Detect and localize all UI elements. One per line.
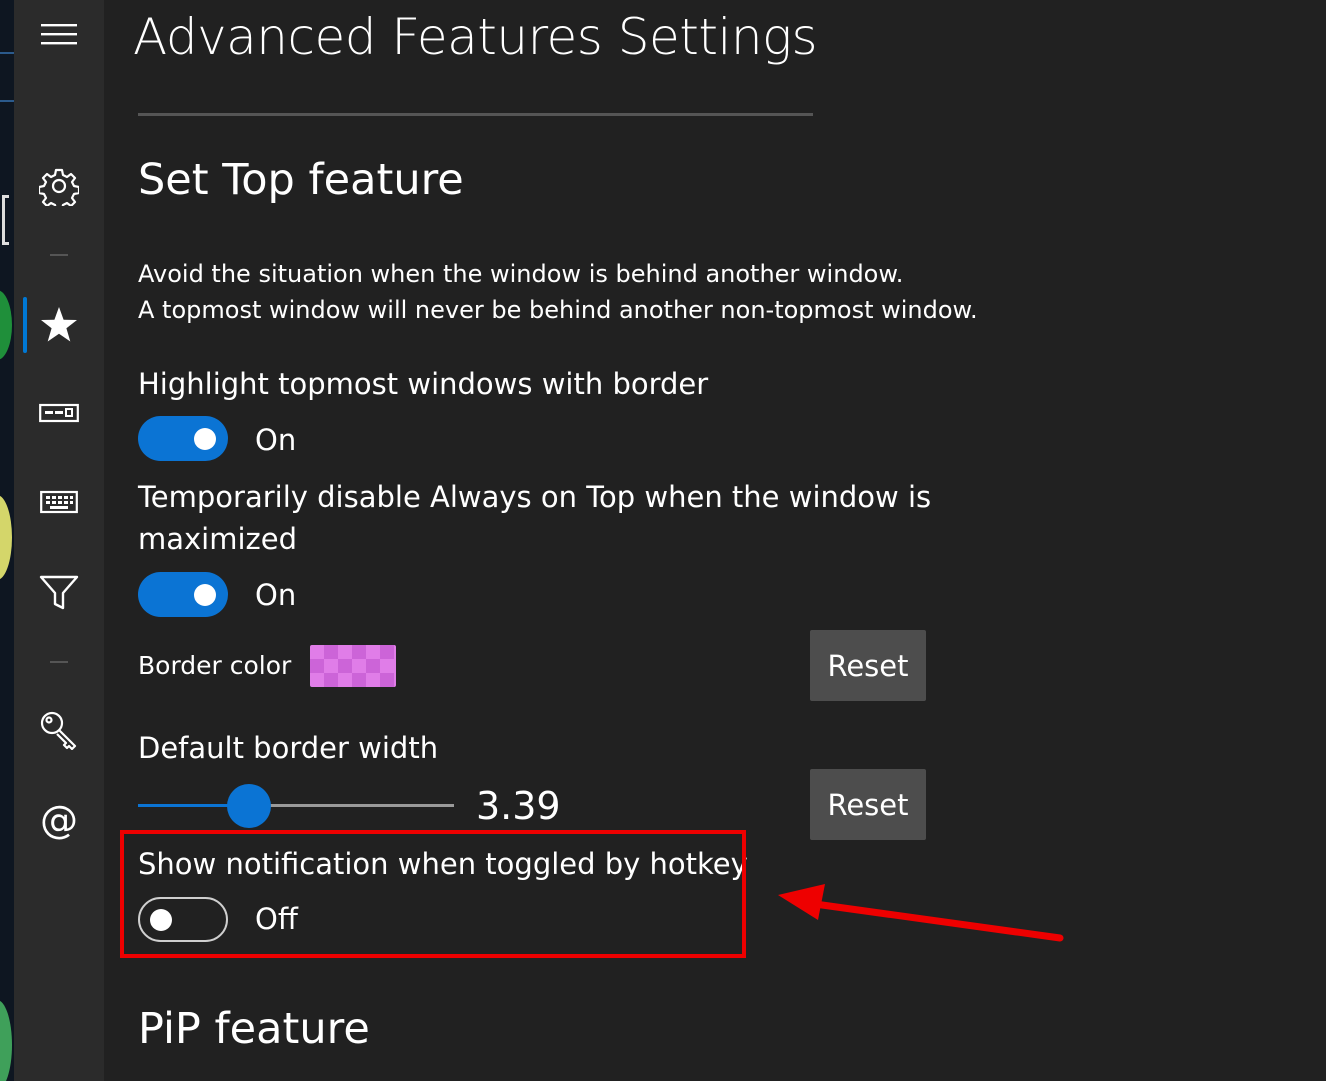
menu-button[interactable] xyxy=(14,4,104,64)
swatch-pattern xyxy=(352,645,366,659)
edge-yellow-blob xyxy=(0,495,12,580)
swatch-pattern xyxy=(352,673,366,687)
highlight-border-label: Highlight topmost windows with border xyxy=(138,367,709,401)
page-title: Advanced Features Settings xyxy=(133,8,818,66)
highlight-border-toggle[interactable] xyxy=(138,416,228,461)
border-color-swatch[interactable] xyxy=(310,645,396,687)
background-window-edge xyxy=(0,0,14,1081)
nav-filters[interactable] xyxy=(14,563,104,623)
reset-border-color-button[interactable]: Reset xyxy=(810,630,926,701)
disable-maximized-label: Temporarily disable Always on Top when t… xyxy=(138,480,932,556)
swatch-pattern xyxy=(324,673,338,687)
swatch-pattern xyxy=(338,659,352,673)
at-sign-icon: @ xyxy=(40,798,78,842)
toggle-knob xyxy=(194,583,216,606)
description-line: A topmost window will never be behind an… xyxy=(138,296,978,324)
highlight-border-state: On xyxy=(255,423,297,457)
border-color-label: Border color xyxy=(138,651,292,680)
toggle-knob xyxy=(194,427,216,450)
star-icon xyxy=(41,307,77,342)
nav-hotkeys[interactable] xyxy=(14,472,104,532)
border-width-label: Default border width xyxy=(138,731,439,765)
disable-maximized-toggle[interactable] xyxy=(138,572,228,617)
swatch-pattern xyxy=(324,645,338,659)
swatch-pattern xyxy=(380,645,394,659)
reset-border-width-button[interactable]: Reset xyxy=(810,769,926,840)
disable-maximized-state: On xyxy=(255,578,297,612)
title-divider xyxy=(138,113,813,116)
keyboard-icon xyxy=(40,490,78,514)
key-icon xyxy=(40,711,77,750)
filter-icon xyxy=(39,575,79,610)
annotation-arrow-icon xyxy=(778,884,1064,942)
annotation-highlight-box xyxy=(120,830,746,958)
nav-license[interactable] xyxy=(14,700,104,760)
nav-general-settings[interactable] xyxy=(14,156,104,216)
nav-advanced-features[interactable] xyxy=(14,295,104,355)
window-layout-icon xyxy=(39,403,79,423)
nav-window-layout[interactable] xyxy=(14,383,104,443)
navigation-rail: @ xyxy=(14,0,104,1081)
edge-bracket xyxy=(2,195,9,245)
nav-about[interactable]: @ xyxy=(14,790,104,850)
section-heading-set-top: Set Top feature xyxy=(138,155,464,205)
edge-green-blob xyxy=(0,290,12,360)
edge-green-blob xyxy=(0,1000,12,1081)
swatch-pattern xyxy=(366,659,380,673)
swatch-pattern xyxy=(380,673,394,687)
edge-line xyxy=(0,100,14,102)
settings-gear-icon xyxy=(39,168,79,206)
swatch-pattern xyxy=(310,659,324,673)
section-description: Avoid the situation when the window is b… xyxy=(138,256,978,328)
edge-line xyxy=(0,52,14,54)
description-line: Avoid the situation when the window is b… xyxy=(138,260,904,288)
nav-separator xyxy=(50,254,68,256)
border-width-value: 3.39 xyxy=(476,784,561,828)
section-heading-pip: PiP feature xyxy=(138,1004,370,1054)
slider-thumb[interactable] xyxy=(226,784,271,828)
nav-separator xyxy=(50,661,68,663)
menu-icon xyxy=(41,24,77,45)
border-width-slider[interactable] xyxy=(138,784,454,828)
